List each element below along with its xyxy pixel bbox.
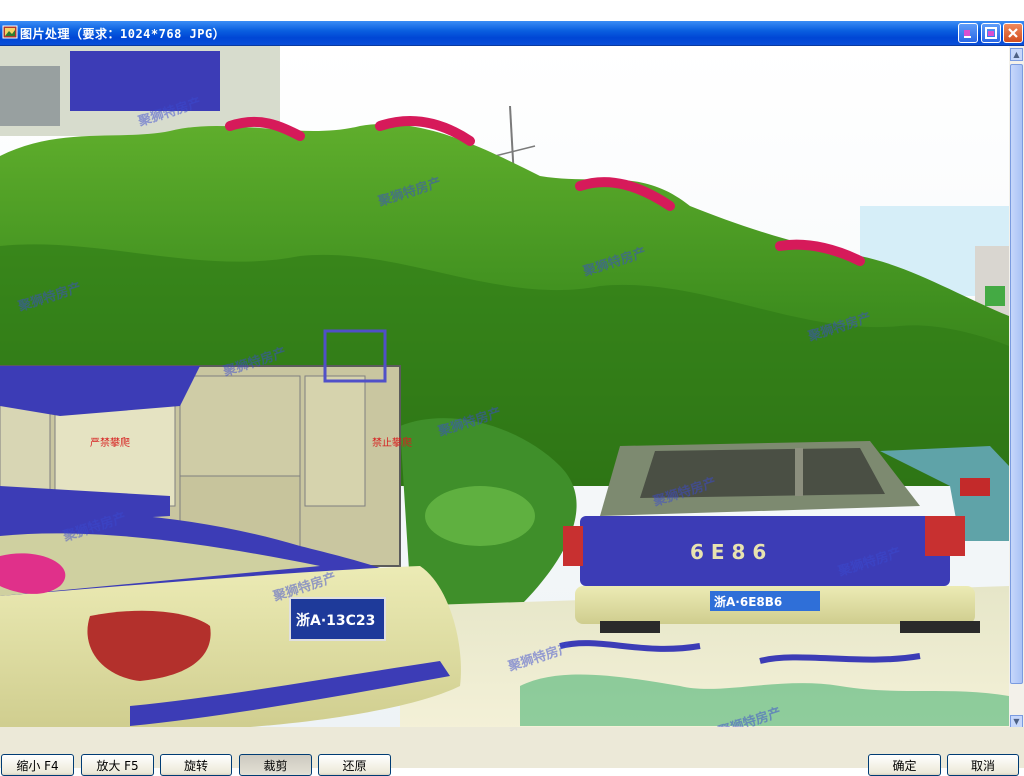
zoom-out-button[interactable]: 缩小 F4 (1, 754, 74, 776)
truck-taillight-left (563, 526, 583, 566)
image-editor-window: 图片处理（要求：1024*768 JPG） 严禁攀爬 禁止攀爬 6 E 8 6 … (0, 21, 1024, 776)
window-title: 图片处理（要求：1024*768 JPG） (20, 27, 226, 41)
minimize-button[interactable] (958, 23, 978, 43)
confirm-button[interactable]: 确定 (868, 754, 941, 776)
tank-warning-text-2: 禁止攀爬 (372, 436, 412, 449)
bush-leaves (425, 486, 535, 546)
minimize-icon (964, 30, 971, 38)
truck-tailgate-text: 6 E 8 6 (690, 540, 766, 564)
truck-plate-text: 浙A·6E8B6 (714, 594, 782, 609)
restore-button[interactable]: 还原 (318, 754, 391, 776)
desktop-strip (0, 0, 1024, 21)
sedan-plate-text: 浙A·13C23 (296, 612, 375, 629)
close-button[interactable] (1003, 23, 1023, 43)
truck-wheel-right (900, 621, 980, 633)
vertical-scrollbar[interactable]: ▲ ▼ (1009, 46, 1024, 731)
image-canvas[interactable]: 严禁攀爬 禁止攀爬 6 E 8 6 浙A·6E8B6 浙A·13C23 聚狮特房… (0, 46, 1009, 731)
vertical-scroll-thumb[interactable] (1010, 64, 1023, 684)
building-window (0, 66, 60, 126)
title-bar[interactable]: 图片处理（要求：1024*768 JPG） (0, 21, 1024, 46)
cancel-button[interactable]: 取消 (947, 754, 1019, 776)
scroll-up-button[interactable]: ▲ (1010, 48, 1023, 61)
tank-warning-text-1: 严禁攀爬 (90, 436, 130, 449)
blue-car-taillight (960, 478, 990, 496)
rotate-button[interactable]: 旋转 (160, 754, 232, 776)
truck-taillight-right (925, 516, 965, 556)
truck-window-divider (795, 448, 803, 496)
right-sign (985, 286, 1005, 306)
edited-photo: 严禁攀爬 禁止攀爬 6 E 8 6 浙A·6E8B6 浙A·13C23 聚狮特房… (0, 46, 1009, 731)
bottom-toolbar: 缩小 F4 放大 F5 旋转 裁剪 还原 确定 取消 (0, 727, 1024, 776)
zoom-in-button[interactable]: 放大 F5 (81, 754, 154, 776)
close-icon (1008, 28, 1018, 38)
truck-wheel-left (600, 621, 660, 633)
crop-button[interactable]: 裁剪 (239, 754, 312, 776)
tank-panel-4 (304, 375, 366, 507)
maximize-icon (985, 27, 997, 39)
photo-app-icon (2, 25, 18, 39)
maximize-button[interactable] (981, 23, 1001, 43)
